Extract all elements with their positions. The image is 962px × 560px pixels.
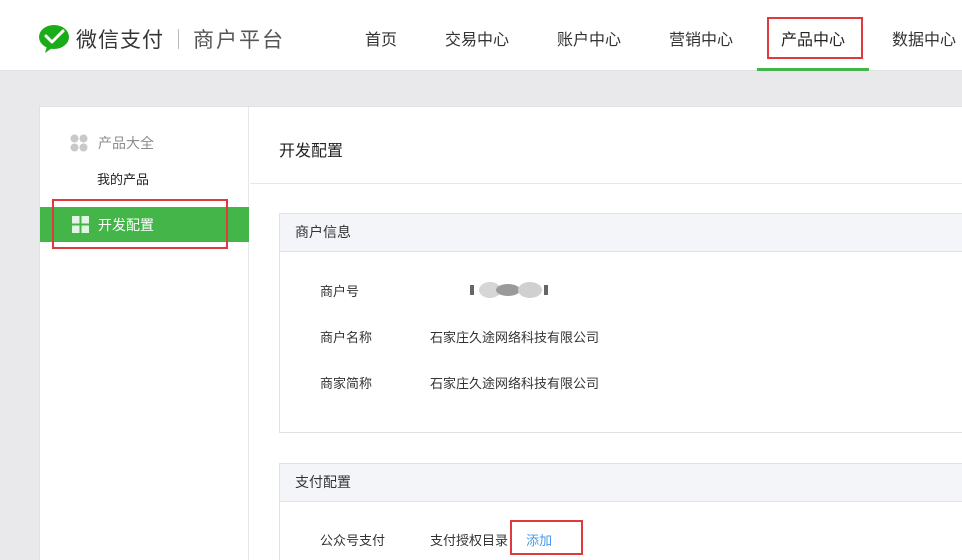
page-title: 开发配置 [279,141,344,160]
merchant-short-name-value: 石家庄久途网络科技有限公司 [430,377,600,392]
main-card: 产品大全 我的产品 开发配置 开发配置 商户信息 商户号 商户名称 石家庄久途网… [39,106,962,560]
merchant-id-blurred-value [470,282,548,298]
sidebar-item-dev-config[interactable]: 开发配置 [40,207,249,242]
merchant-name-value: 石家庄久途网络科技有限公司 [430,331,600,346]
merchant-short-name-row: 商家简称 [320,373,372,392]
sidebar-item-my-products[interactable]: 我的产品 [97,169,149,188]
nav-products-label: 产品中心 [780,30,845,49]
logo[interactable]: 微信支付 商户平台 [38,22,285,56]
merchant-info-panel: 商户信息 商户号 商户名称 石家庄久途网络科技有限公司 商家简称 石家庄久途网络… [279,213,962,433]
merchant-short-name-label: 商家简称 [320,377,373,392]
official-account-pay-label: 公众号支付 [320,534,386,549]
sidebar-active-label: 开发配置 [98,217,154,234]
nav-transactions[interactable]: 交易中心 [444,24,510,71]
grid-icon [72,216,89,233]
merchant-info-title: 商户信息 [280,214,962,252]
nav-account[interactable]: 账户中心 [556,24,622,71]
merchant-name-label: 商户名称 [320,331,373,346]
brand-name: 微信支付 [76,28,164,52]
nav-marketing[interactable]: 营销中心 [668,24,734,71]
logo-divider [178,29,179,49]
platform-name: 商户平台 [193,28,285,52]
nav-products[interactable]: 产品中心 [757,24,869,71]
merchant-id-row: 商户号 [320,281,548,300]
sidebar-group-products: 产品大全 [70,133,154,153]
add-auth-dir-link[interactable]: 添加 [526,534,552,549]
nav-home[interactable]: 首页 [355,24,407,71]
sidebar-group-label: 产品大全 [98,136,154,152]
nav-data[interactable]: 数据中心 [892,24,962,71]
pay-config-title: 支付配置 [280,464,962,502]
nav-active-underline [757,68,869,71]
pay-auth-dir-label: 支付授权目录 [430,534,509,549]
products-grid-icon [70,134,88,152]
pay-config-panel: 支付配置 公众号支付 支付授权目录 添加 [279,463,962,560]
merchant-id-label: 商户号 [320,285,360,300]
wechat-pay-logo-icon [39,25,69,53]
merchant-name-row: 商户名称 [320,327,372,346]
title-divider [250,183,962,184]
top-header: 微信支付 商户平台 首页 交易中心 账户中心 营销中心 产品中心 数据中心 [0,0,962,71]
pay-auth-dir-row: 支付授权目录 添加 [430,530,552,549]
sidebar: 产品大全 我的产品 开发配置 [40,107,249,560]
